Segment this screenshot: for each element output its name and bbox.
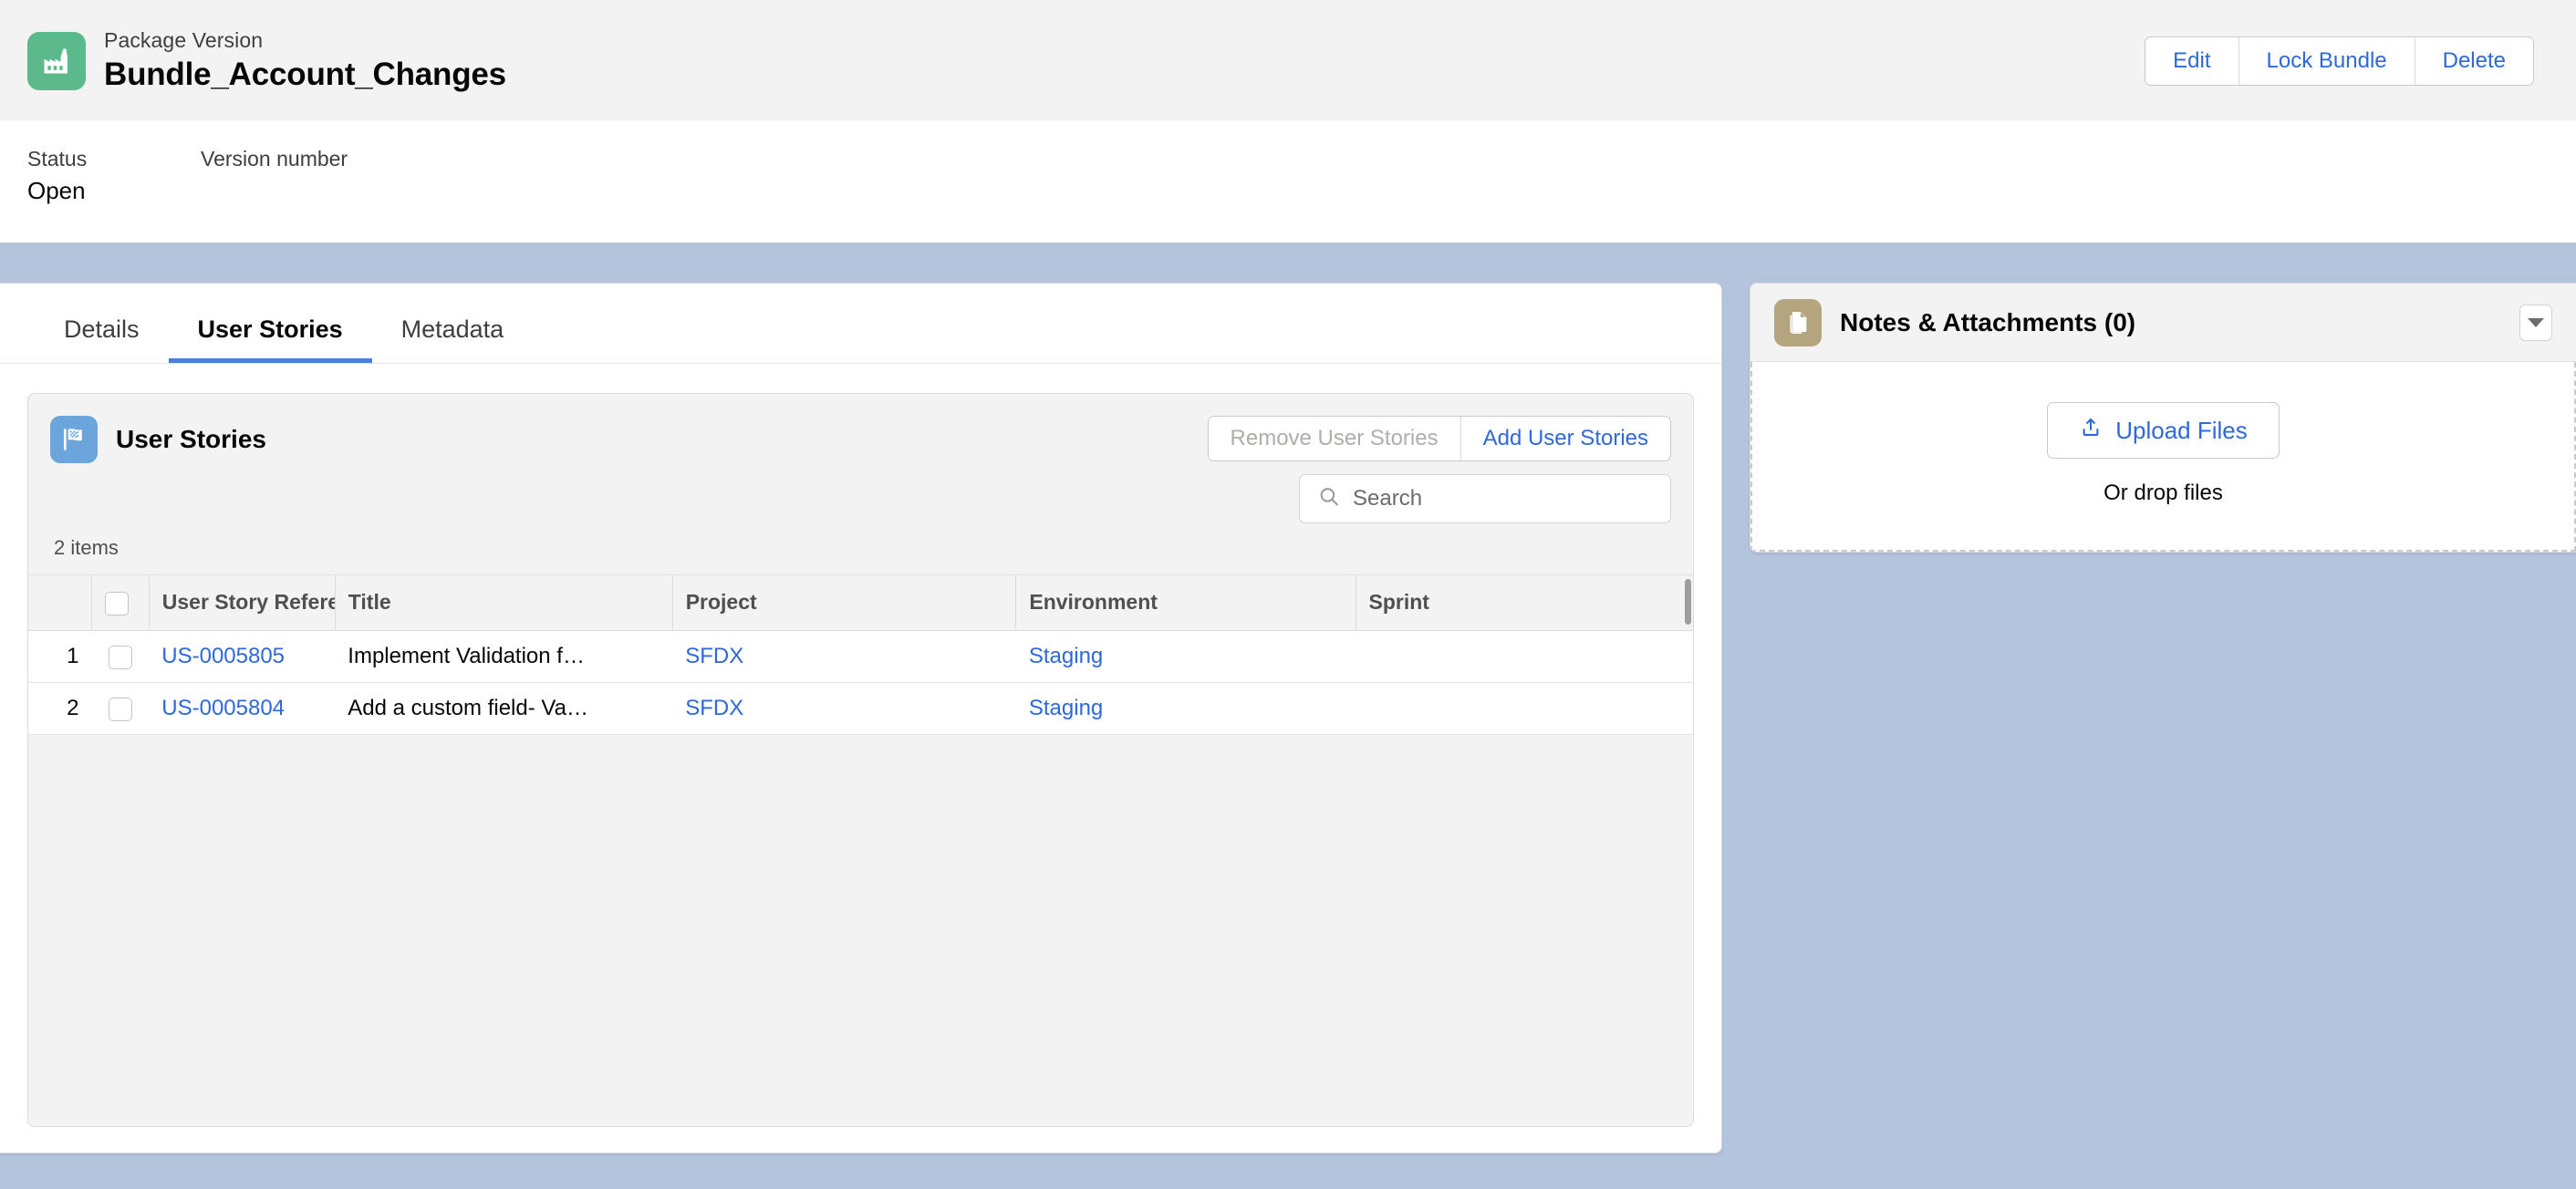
- search-container: [1299, 474, 1671, 523]
- row-number: 2: [28, 682, 92, 735]
- user-stories-related-list: User Stories Remove User Stories Add Use…: [27, 393, 1694, 1127]
- file-dropzone[interactable]: Upload Files Or drop files: [1750, 362, 2576, 552]
- row-select-checkbox[interactable]: [108, 697, 132, 721]
- cell-sprint: [1356, 682, 1693, 735]
- table-vertical-scrollbar[interactable]: [1685, 579, 1691, 625]
- file-copy-icon: [1774, 298, 1822, 346]
- cell-environment: Staging: [1015, 630, 1356, 683]
- table-row[interactable]: 2 US-0005804 Add a custom field- Va… SFD…: [28, 682, 1693, 735]
- factory-icon: [27, 31, 86, 90]
- user-story-reference-link[interactable]: US-0005805: [161, 644, 285, 668]
- column-header-environment[interactable]: Environment: [1015, 575, 1356, 631]
- notes-attachments-header: Notes & Attachments (0): [1750, 284, 2576, 362]
- environment-link[interactable]: Staging: [1029, 644, 1103, 668]
- user-stories-table: User Story Reference Title Project Envir…: [28, 575, 1693, 735]
- upload-icon: [2079, 416, 2103, 445]
- row-number: 1: [28, 630, 92, 683]
- tabset: Details User Stories Metadata: [0, 284, 1721, 364]
- related-list-table-scroll: User Story Reference Title Project Envir…: [28, 574, 1693, 1126]
- items-count: 2 items: [54, 536, 119, 559]
- environment-link[interactable]: Staging: [1029, 696, 1103, 720]
- drop-files-hint: Or drop files: [2103, 481, 2223, 505]
- select-all-header: [91, 575, 150, 631]
- column-header-sprint[interactable]: Sprint: [1356, 575, 1693, 631]
- page-title: Bundle_Account_Changes: [104, 57, 506, 92]
- search-input[interactable]: [1299, 474, 1671, 523]
- record-header: Package Version Bundle_Account_Changes E…: [0, 0, 2576, 121]
- upload-files-button[interactable]: Upload Files: [2047, 402, 2280, 459]
- table-header-row: User Story Reference Title Project Envir…: [28, 575, 1693, 631]
- cell-project: SFDX: [672, 630, 1016, 683]
- tab-details[interactable]: Details: [35, 315, 169, 363]
- field-version-number-label: Version number: [201, 147, 348, 171]
- notes-attachments-card: Notes & Attachments (0) Upload Files Or …: [1750, 283, 2576, 553]
- project-link[interactable]: SFDX: [685, 644, 743, 668]
- column-header-user-story-reference[interactable]: User Story Reference: [149, 575, 336, 631]
- cell-title: Implement Validation f…: [335, 630, 673, 683]
- table-row[interactable]: 1 US-0005805 Implement Validation f… SFD…: [28, 630, 1693, 683]
- cell-user-story-reference: US-0005805: [149, 630, 336, 683]
- delete-button[interactable]: Delete: [2414, 36, 2533, 85]
- related-list-header: User Stories Remove User Stories Add Use…: [28, 394, 1693, 523]
- record-header-text: Package Version Bundle_Account_Changes: [104, 27, 506, 94]
- cell-environment: Staging: [1015, 682, 1356, 735]
- column-header-title[interactable]: Title: [335, 575, 673, 631]
- field-status-label: Status: [27, 147, 88, 171]
- main-content: Details User Stories Metadata User Stori…: [0, 243, 2576, 1189]
- column-header-project[interactable]: Project: [672, 575, 1017, 631]
- flag-icon: [50, 416, 98, 463]
- table-empty-area: [28, 734, 1693, 1126]
- primary-card: Details User Stories Metadata User Stori…: [0, 283, 1722, 1153]
- row-select-cell: [91, 630, 150, 683]
- field-version-number-value: [201, 177, 374, 205]
- related-list-actions-group: Remove User Stories Add User Stories: [1207, 416, 1671, 461]
- upload-files-label: Upload Files: [2115, 417, 2248, 444]
- record-actions-group: Edit Lock Bundle Delete: [2145, 36, 2534, 86]
- cell-project: SFDX: [672, 682, 1016, 735]
- add-user-stories-button[interactable]: Add User Stories: [1459, 417, 1670, 460]
- related-list-title: User Stories: [116, 425, 266, 453]
- cell-sprint: [1356, 630, 1693, 683]
- notes-attachments-title: Notes & Attachments (0): [1840, 307, 2136, 336]
- edit-button[interactable]: Edit: [2145, 36, 2238, 85]
- tab-metadata[interactable]: Metadata: [372, 315, 534, 363]
- lock-bundle-button[interactable]: Lock Bundle: [2238, 36, 2415, 85]
- row-select-checkbox[interactable]: [108, 645, 132, 669]
- field-status: Status Open: [27, 147, 201, 243]
- select-all-checkbox[interactable]: [105, 591, 129, 615]
- cell-title: Add a custom field- Va…: [335, 682, 673, 735]
- related-list-identity: User Stories: [50, 416, 266, 463]
- highlights-fields: Status Open Version number: [0, 121, 2576, 243]
- row-select-cell: [91, 682, 150, 735]
- tab-user-stories[interactable]: User Stories: [168, 315, 372, 363]
- chevron-down-glyph: [2528, 317, 2544, 327]
- record-type-label: Package Version: [104, 28, 264, 52]
- remove-user-stories-button[interactable]: Remove User Stories: [1208, 417, 1460, 460]
- field-version-number: Version number: [201, 147, 374, 243]
- field-status-value: Open: [27, 177, 86, 204]
- cell-user-story-reference: US-0005804: [149, 682, 336, 735]
- chevron-down-icon[interactable]: [2519, 304, 2552, 341]
- related-list-controls: Remove User Stories Add User Stories: [1207, 416, 1671, 523]
- project-link[interactable]: SFDX: [685, 696, 743, 720]
- user-story-reference-link[interactable]: US-0005804: [161, 696, 285, 720]
- record-header-identity: Package Version Bundle_Account_Changes: [27, 27, 506, 94]
- row-number-header: [28, 575, 92, 631]
